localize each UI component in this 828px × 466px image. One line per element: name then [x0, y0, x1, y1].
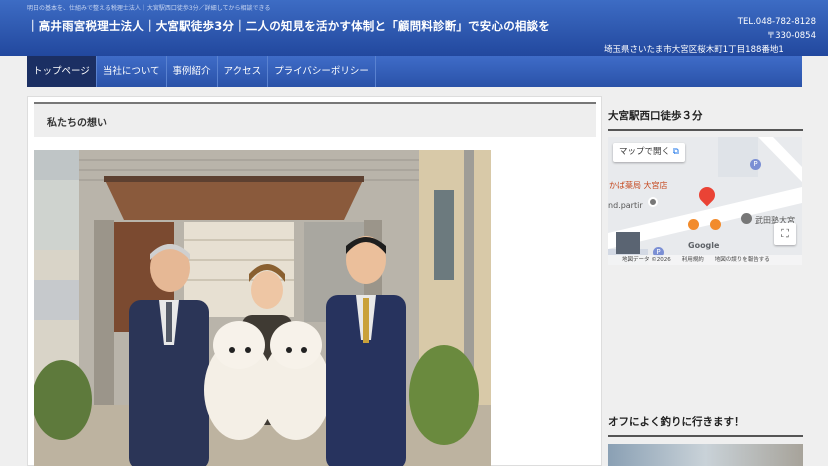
phone-number: TEL.048-782-8128 — [737, 17, 816, 27]
map-label-partir: nd.partir — [608, 201, 643, 210]
global-nav: トップページ 当社について 事例紹介 アクセス プライバシーポリシー — [27, 56, 802, 87]
section-heading: 私たちの想い — [34, 102, 596, 137]
site-header: 明日の基本を、仕組みで整える税理士法人｜大宮駅西口徒歩3分／詳細してから相談でき… — [0, 0, 828, 56]
section-heading-text: 私たちの想い — [47, 118, 107, 129]
restaurant-icon-2 — [710, 219, 721, 230]
access-widget: 大宮駅西口徒歩３分 — [608, 108, 803, 131]
map-attribution[interactable]: 地図データ ©2026 利用規約 地図の誤りを報告する — [608, 255, 802, 265]
nav-item-cases[interactable]: 事例紹介 — [167, 56, 218, 87]
embedded-map[interactable]: マップで開く ⧉ かば薬局 大宮店 nd.partir 武田塾大宮 P P ⛶ … — [608, 137, 802, 265]
restaurant-icon — [688, 219, 699, 230]
nav-item-privacy[interactable]: プライバシーポリシー — [268, 56, 376, 87]
sidebar: 大宮駅西口徒歩３分 マップで開く ⧉ かば薬局 大宮店 nd.partir 武田… — [608, 96, 803, 466]
hobby-widget: オフによく釣りに行きます！ — [608, 414, 803, 437]
contact-info: TEL.048-782-8128 〒330-0854 埼玉県さいたま市大宮区桜木… — [596, 15, 816, 57]
address: 埼玉県さいたま市大宮区桜木町1丁目188番地1 — [604, 45, 784, 55]
main-content: 私たちの想い — [27, 96, 602, 466]
google-logo: Google — [688, 241, 720, 250]
access-heading: 大宮駅西口徒歩３分 — [608, 108, 803, 131]
fishing-photo — [608, 444, 803, 466]
map-label-pharmacy: かば薬局 大宮店 — [609, 181, 668, 190]
place-pin-icon — [648, 197, 658, 207]
nav-item-top[interactable]: トップページ — [27, 56, 97, 87]
school-icon — [741, 213, 752, 224]
hobby-heading: オフによく釣りに行きます！ — [608, 414, 803, 437]
open-in-maps-button[interactable]: マップで開く ⧉ — [613, 143, 685, 162]
parking-icon: P — [750, 159, 761, 170]
nav-item-about[interactable]: 当社について — [97, 56, 167, 87]
fullscreen-button[interactable]: ⛶ — [774, 223, 796, 245]
external-link-icon: ⧉ — [672, 147, 679, 157]
nav-item-access[interactable]: アクセス — [218, 56, 269, 87]
postal-code: 〒330-0854 — [766, 31, 816, 41]
site-tagline: 明日の基本を、仕組みで整える税理士法人｜大宮駅西口徒歩3分／詳細してから相談でき… — [27, 5, 271, 12]
site-title[interactable]: ｜高井雨宮税理士法人｜大宮駅徒歩3分｜二人の知見を活かす体制と「顧問料診断」で安… — [27, 18, 550, 34]
team-illustration — [34, 150, 491, 466]
